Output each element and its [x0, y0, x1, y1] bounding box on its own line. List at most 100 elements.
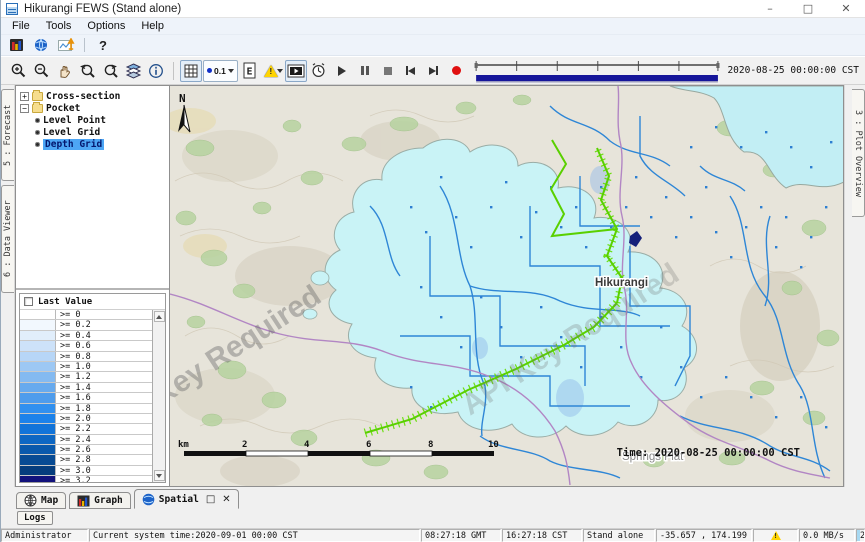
- color-swatch: [20, 341, 56, 350]
- tree-node-cross-section[interactable]: + Cross-section: [20, 90, 167, 102]
- layers-panel: + Cross-section − Pocket Level Point Lev…: [15, 85, 170, 487]
- globe-icon[interactable]: [30, 36, 52, 54]
- step-first-button[interactable]: [400, 60, 422, 82]
- bullet-icon: [35, 142, 40, 147]
- warning-triangle-icon: [771, 531, 781, 540]
- timeseries-icon[interactable]: [55, 36, 77, 54]
- svg-text:N: N: [179, 92, 186, 105]
- map-time-overlay: Time: 2020-08-25 00:00:00 CST: [617, 447, 800, 459]
- legend-row: >= 0.4: [20, 331, 152, 341]
- map-toolbar: 0.1 E !: [1, 56, 865, 85]
- wireframe-globe-icon: [24, 494, 37, 507]
- color-swatch: [20, 331, 56, 340]
- legend-scrollbar[interactable]: [152, 310, 165, 482]
- menu-help[interactable]: Help: [133, 19, 172, 33]
- tab-data-viewer[interactable]: 6 : Data Viewer: [1, 185, 14, 293]
- expand-icon[interactable]: +: [20, 92, 29, 101]
- layers-icon[interactable]: [122, 60, 144, 82]
- tree-node-level-grid[interactable]: Level Grid: [20, 126, 167, 138]
- color-swatch: [20, 320, 56, 329]
- globe-icon: [142, 493, 155, 506]
- title-bar: Hikurangi FEWS (Stand alone) – □ ✕: [1, 0, 865, 18]
- zoom-out-icon[interactable]: [30, 60, 52, 82]
- menu-tools[interactable]: Tools: [38, 19, 80, 33]
- tab-close-icon[interactable]: ✕: [222, 494, 230, 505]
- play-button[interactable]: [331, 60, 353, 82]
- color-swatch: [20, 393, 56, 402]
- legend-title: Last Value: [38, 297, 92, 307]
- grid-display-icon[interactable]: [180, 60, 202, 82]
- window-title: Hikurangi FEWS (Stand alone): [24, 3, 181, 15]
- tree-node-level-point[interactable]: Level Point: [20, 114, 167, 126]
- close-button[interactable]: ✕: [827, 0, 865, 18]
- collapse-icon[interactable]: −: [20, 104, 29, 113]
- legend-row: >= 2.8: [20, 455, 152, 465]
- folder-icon: [32, 92, 43, 101]
- step-last-button[interactable]: [423, 60, 445, 82]
- logs-button[interactable]: Logs: [17, 511, 53, 525]
- time-slider-track[interactable]: [473, 58, 723, 84]
- animation-panel-icon[interactable]: [285, 60, 307, 82]
- tab-maximize-icon[interactable]: □: [206, 494, 215, 505]
- info-icon[interactable]: [145, 60, 167, 82]
- tree-node-depth-grid[interactable]: Depth Grid: [20, 138, 167, 150]
- last-value-checkbox[interactable]: [24, 297, 33, 306]
- color-swatch: [20, 362, 56, 371]
- status-coordinates: -35.657 , 174.199: [656, 529, 752, 542]
- right-tab-strip: 3 : Plot Overview: [844, 85, 865, 487]
- color-swatch: [20, 466, 56, 475]
- color-swatch: [20, 372, 56, 381]
- class-break-dropdown[interactable]: 0.1: [203, 60, 238, 82]
- pan-hand-icon[interactable]: [53, 60, 75, 82]
- minimize-button[interactable]: –: [751, 0, 789, 18]
- scroll-down-icon[interactable]: [154, 470, 165, 481]
- legend-row: >= 1.8: [20, 404, 152, 414]
- tab-map[interactable]: Map: [16, 492, 66, 509]
- tab-plot-overview[interactable]: 3 : Plot Overview: [852, 89, 865, 217]
- color-swatch: [20, 424, 56, 433]
- spatial-map[interactable]: API Key Required API Key Required Hikura…: [170, 85, 844, 487]
- legend-row: >= 1.0: [20, 362, 152, 372]
- legend-row: >= 3.0: [20, 466, 152, 476]
- tab-forecast[interactable]: 5 : Forecast: [1, 89, 14, 181]
- label-toggle-icon[interactable]: E: [239, 60, 261, 82]
- color-swatch: [20, 435, 56, 444]
- tab-spatial[interactable]: Spatial □ ✕: [134, 489, 239, 509]
- folder-icon: [32, 104, 43, 113]
- app-logo-icon: [6, 3, 18, 15]
- help-icon[interactable]: ?: [92, 36, 114, 54]
- color-swatch: [20, 310, 56, 319]
- bottom-tab-bar: Map Graph Spatial □ ✕: [1, 487, 865, 509]
- maximize-button[interactable]: □: [789, 0, 827, 18]
- current-frame-datetime: 2020-08-25 00:00:00 CST: [727, 65, 861, 76]
- legend-row: >= 2.0: [20, 414, 152, 424]
- pause-button[interactable]: [354, 60, 376, 82]
- svg-text:6: 6: [366, 440, 371, 450]
- tree-node-pocket[interactable]: − Pocket: [20, 102, 167, 114]
- tab-graph[interactable]: Graph: [69, 492, 131, 509]
- threshold-warning-dropdown[interactable]: !: [262, 60, 284, 82]
- database-icon[interactable]: [5, 36, 27, 54]
- record-button[interactable]: [446, 60, 468, 82]
- bullet-icon: [35, 118, 40, 123]
- scroll-up-icon[interactable]: [154, 311, 165, 322]
- zoom-previous-icon[interactable]: [76, 60, 98, 82]
- animation-clock-icon[interactable]: [308, 60, 330, 82]
- svg-text:4: 4: [304, 440, 310, 450]
- legend-row: >= 0.8: [20, 352, 152, 362]
- class-break-value: 0.1: [214, 66, 226, 76]
- legend-row: >= 2.4: [20, 435, 152, 445]
- town-label: Hikurangi: [595, 277, 648, 289]
- legend-row: >= 0.6: [20, 341, 152, 351]
- time-slider[interactable]: [473, 58, 723, 84]
- stop-button[interactable]: [377, 60, 399, 82]
- legend-row: >= 1.6: [20, 393, 152, 403]
- menu-options[interactable]: Options: [79, 19, 133, 33]
- menu-file[interactable]: File: [4, 19, 38, 33]
- zoom-next-icon[interactable]: [99, 60, 121, 82]
- legend-class-list: >= 0 >= 0.2 >= 0.4 >= 0.6 >= 0.8 >= 1.0 …: [20, 310, 152, 482]
- status-mode: Stand alone: [583, 529, 655, 542]
- status-warning-cell: [753, 529, 798, 542]
- svg-text:km: km: [178, 440, 189, 450]
- zoom-in-icon[interactable]: [7, 60, 29, 82]
